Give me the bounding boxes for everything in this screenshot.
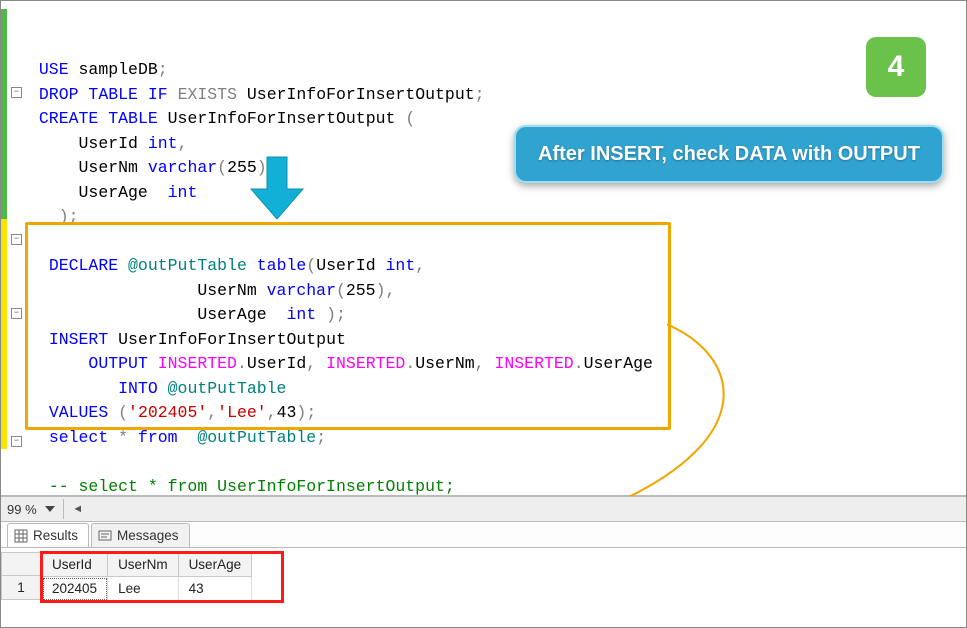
tab-messages-label: Messages	[117, 528, 179, 543]
sql-comment: -- select * from UserInfoForInsertOutput…	[49, 477, 455, 496]
results-tabs: Results Messages	[1, 522, 966, 548]
step-badge: 4	[866, 37, 926, 97]
kw-drop: DROP	[39, 85, 79, 104]
tab-results-label: Results	[33, 528, 78, 543]
fold-gutter: − − − −	[1, 1, 27, 495]
step-number: 4	[888, 50, 905, 84]
fold-toggle[interactable]: −	[11, 234, 22, 245]
app-root: − − − − USE sampleDB; DROP TABLE IF EXIS…	[0, 0, 967, 628]
zoom-dropdown-icon[interactable]	[43, 502, 57, 516]
table-name: UserInfoForInsertOutput	[247, 85, 475, 104]
results-panel: 1 UserId UserNm UserAge 202405 Lee 43	[1, 548, 966, 627]
kw-create: CREATE	[39, 109, 98, 128]
fold-toggle[interactable]: −	[11, 436, 22, 447]
val1: '202405'	[128, 403, 207, 422]
tab-messages[interactable]: Messages	[91, 523, 190, 547]
zoom-value: 99 %	[1, 502, 41, 517]
col-header-usernm[interactable]: UserNm	[108, 553, 179, 577]
col-header-userage[interactable]: UserAge	[178, 553, 252, 577]
fold-toggle[interactable]: −	[11, 87, 22, 98]
scroll-left-icon[interactable]: ◄	[70, 501, 86, 517]
grid-icon	[14, 529, 28, 543]
separator	[63, 499, 64, 519]
cell-userid[interactable]: 202405	[42, 577, 108, 601]
col-usernm: UserNm	[79, 158, 138, 177]
col-userage: UserAge	[79, 183, 148, 202]
kw-values: VALUES	[49, 403, 108, 422]
val3: 43	[277, 403, 297, 422]
fold-toggle[interactable]: −	[11, 308, 22, 319]
kw-use: USE	[39, 60, 69, 79]
db-name: sampleDB	[79, 60, 158, 79]
cell-usernm[interactable]: Lee	[108, 577, 179, 601]
code-editor-panel: − − − − USE sampleDB; DROP TABLE IF EXIS…	[1, 1, 966, 496]
val2: 'Lee'	[217, 403, 267, 422]
change-marker-green	[1, 9, 7, 219]
callout-text: After INSERT, check DATA with OUTPUT	[538, 143, 920, 166]
results-grid: UserId UserNm UserAge 202405 Lee 43	[41, 552, 252, 601]
kw-insert: INSERT	[49, 330, 108, 349]
var-outputtable: @outPutTable	[128, 256, 247, 275]
kw-output: OUTPUT	[88, 354, 147, 373]
col-userid: UserId	[79, 134, 138, 153]
tab-results[interactable]: Results	[7, 523, 89, 547]
row-number-header	[1, 552, 41, 576]
messages-icon	[98, 529, 112, 543]
col-header-userid[interactable]: UserId	[42, 553, 108, 577]
row-number-column: 1	[1, 552, 41, 600]
callout-box: After INSERT, check DATA with OUTPUT	[514, 125, 944, 183]
cell-userage[interactable]: 43	[178, 577, 252, 601]
table-header-row: UserId UserNm UserAge	[42, 553, 252, 577]
code-body[interactable]: USE sampleDB; DROP TABLE IF EXISTS UserI…	[27, 1, 966, 495]
table-row[interactable]: 202405 Lee 43	[42, 577, 252, 601]
kw-declare: DECLARE	[49, 256, 118, 275]
row-number-cell[interactable]: 1	[1, 576, 41, 600]
kw-select: select	[49, 428, 108, 447]
zoom-bar: 99 % ◄	[1, 496, 966, 522]
kw-into: INTO	[118, 379, 158, 398]
